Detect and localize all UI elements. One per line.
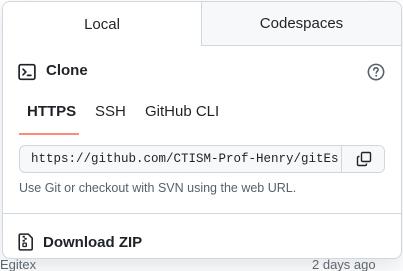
clone-url-input[interactable]	[20, 146, 340, 172]
terminal-icon	[18, 63, 36, 81]
clone-title: Clone	[46, 62, 88, 79]
tab-local[interactable]: Local	[3, 2, 201, 46]
download-zip-button[interactable]: Download ZIP	[3, 214, 401, 258]
tab-https[interactable]: HTTPS	[27, 98, 76, 134]
clone-url-field	[19, 145, 385, 173]
tab-github-cli[interactable]: GitHub CLI	[145, 98, 219, 134]
code-dropdown-panel: Local Codespaces Clone HTTPS SSH GitHub …	[2, 1, 402, 259]
background-page: Egitex 2 days ago	[0, 258, 403, 271]
download-zip-label: Download ZIP	[43, 234, 143, 251]
tab-bar: Local Codespaces	[3, 2, 401, 46]
question-circle-icon[interactable]	[367, 63, 385, 81]
background-file-label: Egitex	[0, 258, 37, 271]
clone-header: Clone	[3, 54, 401, 90]
copy-url-button[interactable]	[341, 146, 384, 172]
file-zip-icon	[18, 233, 33, 251]
protocol-tabs: HTTPS SSH GitHub CLI	[3, 98, 401, 136]
copy-icon	[356, 151, 371, 167]
tab-codespaces[interactable]: Codespaces	[201, 2, 401, 46]
background-timestamp: 2 days ago	[312, 258, 376, 271]
selected-tab-underline	[19, 133, 79, 135]
clone-hint-text: Use Git or checkout with SVN using the w…	[19, 181, 297, 195]
tab-ssh[interactable]: SSH	[95, 98, 126, 134]
